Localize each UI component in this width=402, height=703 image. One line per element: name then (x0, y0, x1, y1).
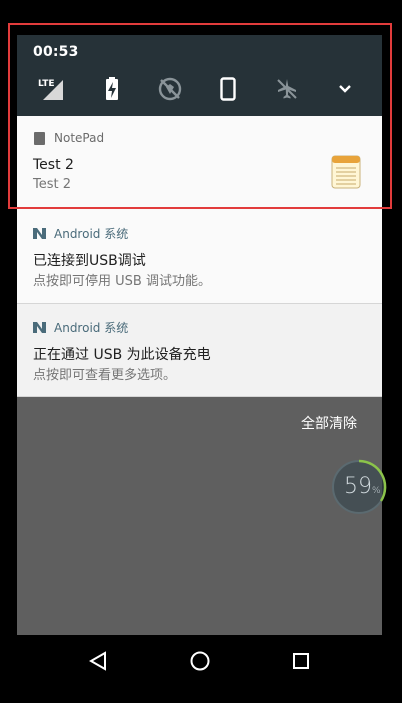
recents-icon[interactable] (289, 650, 313, 672)
highlight-box (8, 23, 392, 209)
home-icon[interactable] (188, 650, 212, 672)
notification-header: Android 系统 (33, 225, 128, 242)
notification-app-name: Android 系统 (54, 227, 129, 241)
battery-gauge-value: 59% (344, 474, 381, 499)
back-icon[interactable] (86, 650, 110, 672)
notification-title: 已连接到USB调试 (33, 253, 146, 269)
notification-usb-debugging[interactable]: Android 系统 已连接到USB调试 点按即可停用 USB 调试功能。 (17, 210, 382, 304)
notification-title: 正在通过 USB 为此设备充电 (33, 347, 211, 363)
notification-text: 点按即可停用 USB 调试功能。 (33, 274, 211, 289)
navigation-bar (0, 635, 402, 687)
notification-text: 点按即可查看更多选项。 (33, 368, 177, 383)
android-system-icon (33, 322, 46, 333)
android-system-icon (33, 228, 46, 239)
notification-app-name: Android 系统 (54, 321, 129, 335)
clear-all-button[interactable]: 全部清除 (301, 413, 357, 433)
notification-usb-charging[interactable]: Android 系统 正在通过 USB 为此设备充电 点按即可查看更多选项。 (17, 304, 382, 397)
notification-header: Android 系统 (33, 319, 128, 336)
